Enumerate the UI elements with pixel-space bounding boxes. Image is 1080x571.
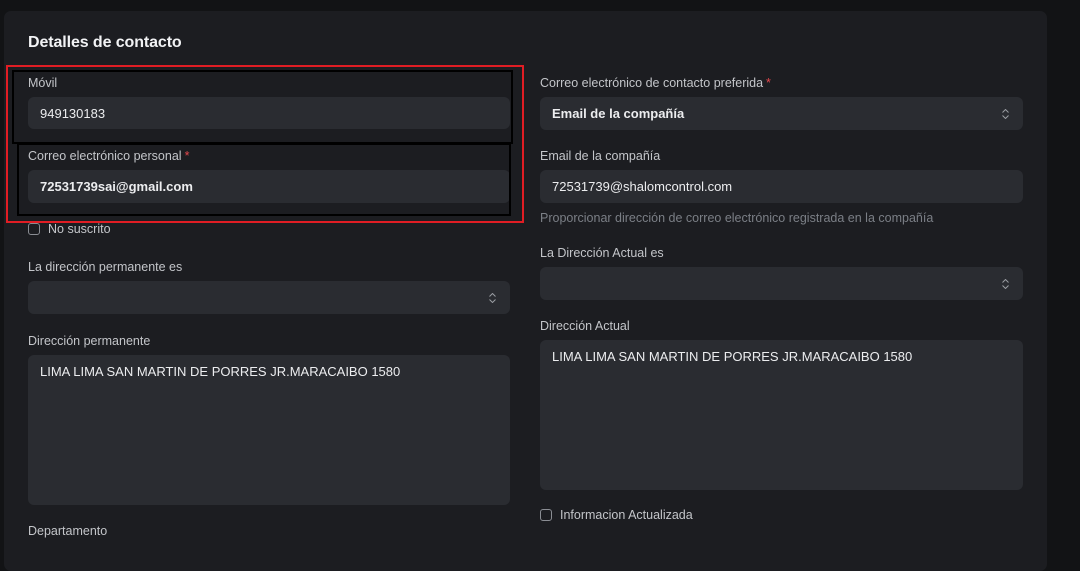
chevron-up-down-icon [1002,278,1009,289]
section-title: Detalles de contacto [28,34,182,51]
permanent-address-is-label: La dirección permanente es [28,260,183,274]
info-updated-checkbox-row[interactable]: Informacion Actualizada [540,508,693,522]
preferred-email-label: Correo electrónico de contacto preferida… [540,76,771,90]
department-label: Departamento [28,524,108,538]
unsubscribed-checkbox[interactable] [28,223,40,235]
current-address-label: Dirección Actual [540,319,630,333]
unsubscribed-checkbox-row[interactable]: No suscrito [28,222,111,236]
preferred-email-value: Email de la compañía [552,106,685,121]
company-email-value: 72531739@shalomcontrol.com [552,179,733,194]
permanent-address-label: Dirección permanente [28,334,151,348]
preferred-email-select[interactable]: Email de la compañía [540,97,1023,130]
unsubscribed-label: No suscrito [48,222,111,236]
permanent-address-textarea[interactable]: LIMA LIMA SAN MARTIN DE PORRES JR.MARACA… [28,355,510,505]
highlight-box-personal-email [17,143,511,216]
info-updated-label: Informacion Actualizada [560,508,693,522]
company-email-input[interactable]: 72531739@shalomcontrol.com [540,170,1023,203]
permanent-address-value: LIMA LIMA SAN MARTIN DE PORRES JR.MARACA… [40,364,401,379]
chevron-up-down-icon [489,292,496,303]
current-address-value: LIMA LIMA SAN MARTIN DE PORRES JR.MARACA… [552,349,913,364]
permanent-address-is-select[interactable] [28,281,510,314]
current-address-textarea[interactable]: LIMA LIMA SAN MARTIN DE PORRES JR.MARACA… [540,340,1023,490]
info-updated-checkbox[interactable] [540,509,552,521]
highlight-box-mobile [12,70,513,144]
company-email-label: Email de la compañía [540,149,661,163]
company-email-help-text: Proporcionar dirección de correo electró… [540,211,934,225]
current-address-is-label: La Dirección Actual es [540,246,664,260]
chevron-up-down-icon [1002,108,1009,119]
required-marker: * [766,76,771,90]
current-address-is-select[interactable] [540,267,1023,300]
